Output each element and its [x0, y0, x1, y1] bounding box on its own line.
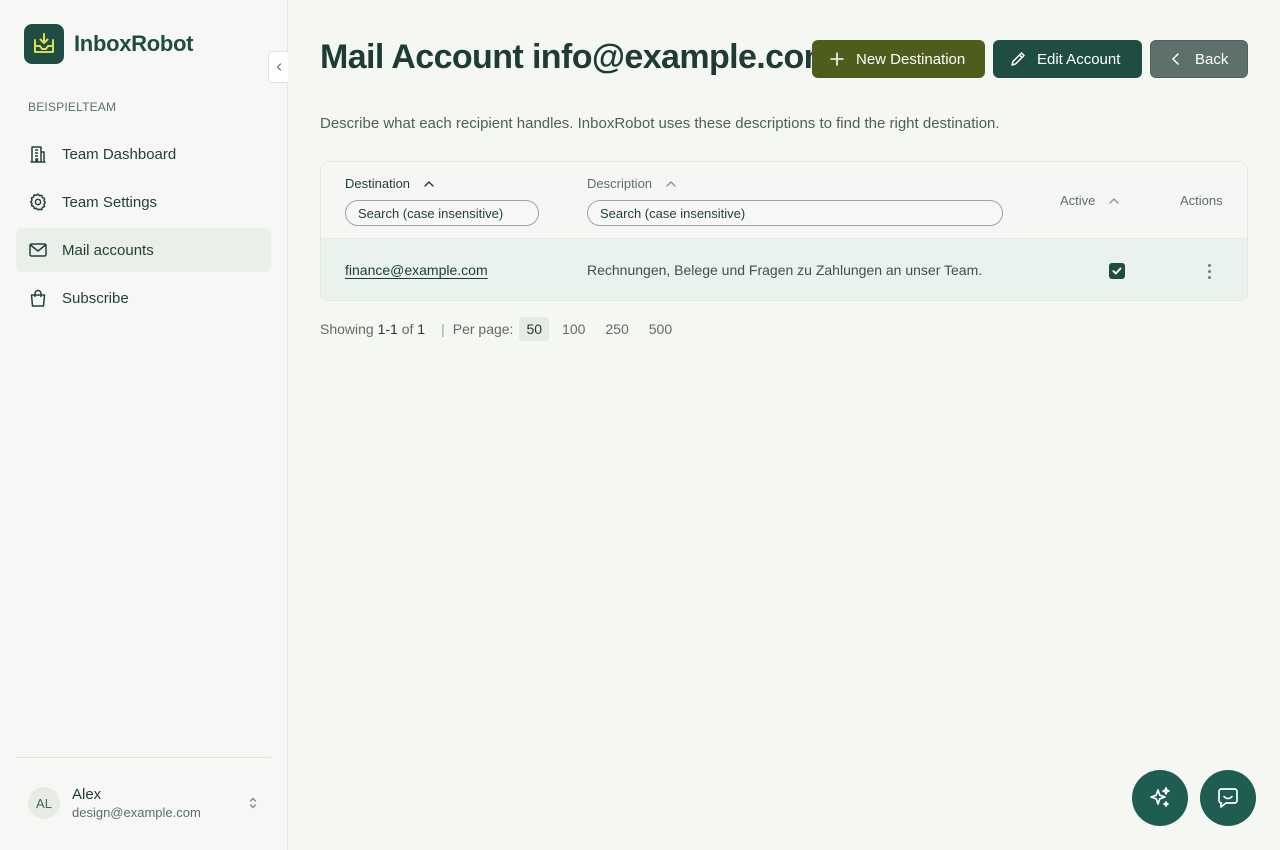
sidebar-item-subscribe[interactable]: Subscribe	[16, 276, 271, 320]
mail-icon	[29, 243, 47, 257]
sidebar-divider	[16, 757, 271, 758]
pencil-icon	[1011, 52, 1025, 66]
sidebar: InboxRobot BEISPIELTEAM Team Dashboard T…	[0, 0, 288, 850]
pagination-total: 1	[417, 321, 426, 337]
chevron-up-down-icon	[249, 797, 257, 809]
sidebar-item-label: Subscribe	[62, 289, 129, 307]
sparkles-icon	[1150, 787, 1170, 807]
back-button[interactable]: Back	[1150, 40, 1248, 78]
check-icon	[1112, 267, 1122, 275]
column-label: Destination	[345, 176, 411, 191]
table-row: finance@example.com Rechnungen, Belege u…	[321, 239, 1247, 300]
column-header-destination[interactable]: Destination	[345, 176, 436, 191]
shopping-bag-icon	[30, 289, 46, 307]
avatar: AL	[28, 787, 60, 819]
per-page-label: Per page:	[452, 321, 514, 337]
destination-search-input[interactable]	[345, 200, 539, 226]
new-destination-label: New Destination	[856, 50, 966, 68]
chevron-left-icon	[1171, 53, 1179, 65]
user-email: design@example.com	[72, 805, 201, 820]
ai-assistant-button[interactable]	[1132, 770, 1188, 826]
building-icon	[30, 146, 46, 163]
edit-account-button[interactable]: Edit Account	[993, 40, 1142, 78]
user-menu[interactable]: AL Alex design@example.com	[28, 786, 264, 820]
page-title: Mail Account info@example.com	[320, 38, 834, 76]
page-subtitle: Describe what each recipient handles. In…	[320, 115, 1000, 132]
sidebar-item-label: Mail accounts	[62, 241, 154, 259]
edit-account-label: Edit Account	[1037, 50, 1121, 68]
column-label: Actions	[1180, 193, 1223, 208]
back-label: Back	[1195, 50, 1229, 68]
pagination: Showing 1-1 of 1 | Per page: 50 100 250 …	[320, 317, 679, 341]
chevron-left-icon	[276, 63, 281, 71]
sidebar-item-label: Team Dashboard	[62, 145, 177, 163]
inbox-logo-icon	[24, 24, 64, 64]
collapse-sidebar-button[interactable]	[268, 51, 288, 83]
column-label: Active	[1060, 193, 1096, 208]
sidebar-item-team-dashboard[interactable]: Team Dashboard	[16, 132, 271, 176]
active-checkbox[interactable]	[1109, 263, 1125, 279]
column-label: Description	[587, 176, 653, 191]
chevron-up-icon	[666, 180, 676, 187]
sidebar-item-team-settings[interactable]: Team Settings	[16, 180, 271, 224]
column-header-actions: Actions	[1180, 193, 1223, 208]
destination-link[interactable]: finance@example.com	[345, 262, 488, 278]
plus-icon	[830, 52, 844, 66]
column-header-description[interactable]: Description	[587, 176, 678, 191]
chat-bubble-icon	[1218, 788, 1238, 808]
per-page-option-500[interactable]: 500	[642, 317, 679, 341]
chevron-up-icon	[424, 180, 434, 187]
table-header: Destination Description Active Actions	[321, 162, 1247, 239]
pagination-divider: |	[441, 321, 445, 337]
chat-support-button[interactable]	[1200, 770, 1256, 826]
description-search-input[interactable]	[587, 200, 1003, 226]
column-header-active[interactable]: Active	[1060, 193, 1121, 208]
destination-description: Rechnungen, Belege und Fragen zu Zahlung…	[587, 262, 983, 278]
new-destination-button[interactable]: New Destination	[812, 40, 985, 78]
brand-name: InboxRobot	[74, 31, 194, 56]
per-page-option-250[interactable]: 250	[598, 317, 635, 341]
pagination-of: of	[401, 321, 414, 337]
gear-icon	[29, 193, 47, 211]
row-actions-menu-icon[interactable]	[1201, 261, 1217, 281]
destinations-table: Destination Description Active Actions f…	[320, 161, 1248, 301]
per-page-option-50[interactable]: 50	[519, 317, 550, 341]
brand[interactable]: InboxRobot	[24, 24, 194, 64]
sidebar-item-mail-accounts[interactable]: Mail accounts	[16, 228, 271, 272]
per-page-option-100[interactable]: 100	[555, 317, 592, 341]
chevron-up-icon	[1109, 197, 1120, 204]
pagination-range: 1-1	[377, 321, 398, 337]
sidebar-nav: Team Dashboard Team Settings Mail accoun…	[16, 132, 271, 324]
sidebar-item-label: Team Settings	[62, 193, 158, 211]
team-label: BEISPIELTEAM	[28, 100, 117, 114]
pagination-showing: Showing	[320, 321, 374, 337]
user-name: Alex	[72, 786, 102, 803]
